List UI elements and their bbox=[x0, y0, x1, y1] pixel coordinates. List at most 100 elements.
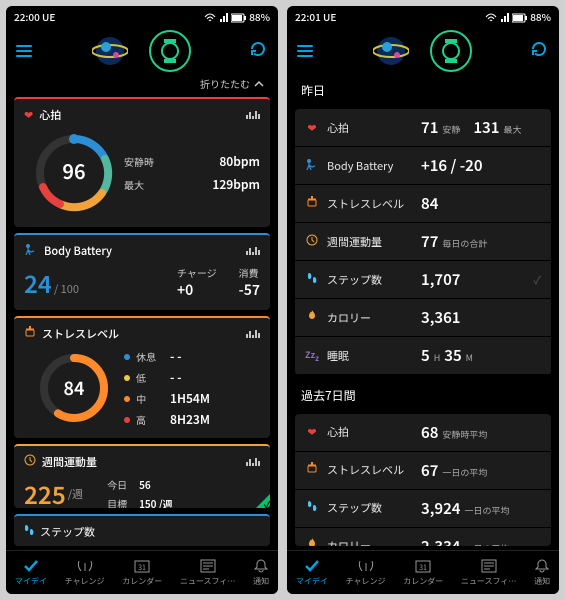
hr-max-label: 最大 bbox=[124, 177, 172, 192]
steps-icon bbox=[24, 524, 34, 540]
list-item[interactable]: ストレスレベル84 bbox=[295, 185, 551, 223]
nav-news[interactable]: ニュースフィ… bbox=[461, 558, 516, 587]
nav-challenge[interactable]: チャレンジ bbox=[346, 558, 386, 587]
planet-orb[interactable] bbox=[370, 30, 412, 72]
stress-icon bbox=[24, 326, 36, 342]
weekly-title: 週間運動量 bbox=[42, 454, 97, 470]
heart-icon: ❤ bbox=[24, 107, 33, 123]
list-item[interactable]: カロリー2,334一日の平均 bbox=[295, 528, 551, 546]
svg-text:31: 31 bbox=[138, 563, 146, 573]
planet-icon bbox=[92, 33, 128, 69]
svg-text:31: 31 bbox=[419, 563, 427, 573]
nav-calendar[interactable]: 31 カレンダー bbox=[403, 558, 443, 587]
status-carrier: UE bbox=[42, 9, 55, 24]
check-icon bbox=[252, 490, 270, 508]
nav-myday[interactable]: マイデイ bbox=[15, 558, 47, 587]
device-orb[interactable] bbox=[430, 30, 472, 72]
card-steps[interactable]: ステップ数 bbox=[14, 514, 270, 546]
planet-orb[interactable] bbox=[89, 30, 131, 72]
chart-icon bbox=[246, 455, 260, 470]
appbar bbox=[287, 26, 559, 76]
card-heart-rate[interactable]: ❤ 心拍 96 bbox=[14, 97, 270, 227]
list-item[interactable]: カロリー 3,361 bbox=[295, 299, 551, 337]
nav-label: ニュースフィ… bbox=[180, 576, 235, 587]
fold-label: 折りたたむ bbox=[200, 76, 250, 91]
nav-myday[interactable]: マイデイ bbox=[296, 558, 328, 587]
weekly-icon bbox=[24, 454, 36, 470]
nav-label: チャレンジ bbox=[65, 576, 105, 587]
list-item[interactable]: ストレスレベル67一日の平均 bbox=[295, 452, 551, 490]
heart-icon: ❤ bbox=[305, 424, 319, 440]
bb-value: 24 bbox=[24, 265, 52, 300]
list-item-label: 心拍 bbox=[327, 424, 413, 440]
fold-toggle[interactable]: 折りたたむ bbox=[14, 76, 270, 91]
card-weekly-intensity[interactable]: 週間運動量 225/週 今日56 目標150 /週 bbox=[14, 444, 270, 508]
weekly-unit: /週 bbox=[68, 486, 83, 502]
nav-label: マイデイ bbox=[15, 576, 47, 587]
phone-left: 22:00 UE 88% bbox=[6, 6, 278, 594]
hr-gauge: 96 bbox=[30, 129, 118, 217]
list-item[interactable]: Body Battery+16 / -20 bbox=[295, 147, 551, 185]
chevron-up-icon bbox=[254, 79, 264, 89]
stress-legend: 休息- - 低- - 中1H54M 高8H23M bbox=[124, 348, 260, 428]
wreath-icon bbox=[357, 558, 375, 574]
battery-icon bbox=[512, 13, 528, 23]
nav-news[interactable]: ニュースフィ… bbox=[180, 558, 235, 587]
nav-notif[interactable]: 通知 bbox=[253, 558, 269, 587]
list-item[interactable]: 週間運動量77毎日の合計 bbox=[295, 223, 551, 261]
stress-icon bbox=[305, 462, 319, 478]
battery-icon bbox=[231, 13, 247, 23]
stress-gauge: 84 bbox=[34, 348, 114, 428]
menu-button[interactable] bbox=[16, 45, 32, 57]
list-item-label: カロリー bbox=[327, 310, 413, 326]
list-item-value: 67一日の平均 bbox=[421, 460, 541, 481]
stress-row-value: - - bbox=[170, 369, 181, 386]
step-icon bbox=[305, 272, 319, 288]
section-7day-title: 過去7日間 bbox=[295, 381, 551, 408]
nav-notif[interactable]: 通知 bbox=[534, 558, 550, 587]
bb-denom: / 100 bbox=[54, 281, 79, 297]
body-battery-icon bbox=[24, 243, 38, 259]
chart-icon bbox=[246, 108, 260, 123]
status-time: 22:01 bbox=[295, 9, 321, 24]
signal-icon bbox=[219, 13, 229, 23]
list-item[interactable]: Zzz睡眠5H 35M bbox=[295, 337, 551, 375]
weekly-goal-label: 目標 bbox=[107, 496, 127, 509]
calendar-icon: 31 bbox=[415, 558, 431, 574]
stress-icon bbox=[305, 196, 319, 212]
list-item-value: 2,334一日の平均 bbox=[421, 536, 541, 546]
step-icon bbox=[305, 500, 319, 516]
nav-challenge[interactable]: チャレンジ bbox=[65, 558, 105, 587]
list-item[interactable]: ❤心拍68安静時平均 bbox=[295, 414, 551, 452]
menu-button[interactable] bbox=[297, 45, 313, 57]
refresh-button[interactable] bbox=[248, 39, 268, 64]
refresh-button[interactable] bbox=[529, 39, 549, 64]
statusbar: 22:00 UE 88% bbox=[6, 6, 278, 26]
list-item-label: 心拍 bbox=[327, 120, 413, 136]
list-item[interactable]: ステップ数1,707✓ bbox=[295, 261, 551, 299]
list-item-value: 71安静 131最大 bbox=[421, 117, 541, 138]
planet-icon bbox=[373, 33, 409, 69]
list-item[interactable]: ステップ数3,924一日の平均 bbox=[295, 490, 551, 528]
card-stress[interactable]: ストレスレベル 84 休息- - 低- - 中1H54M bbox=[14, 316, 270, 438]
bb-charge-label: チャージ bbox=[177, 265, 217, 280]
nav-calendar[interactable]: 31 カレンダー bbox=[122, 558, 162, 587]
bb-drain-value: -57 bbox=[239, 280, 260, 300]
cal-icon bbox=[305, 537, 319, 546]
weekly-icon bbox=[305, 234, 319, 250]
hr-rest-value: 80bpm bbox=[219, 153, 260, 170]
list-item-value: 3,361 bbox=[421, 307, 541, 328]
device-orb[interactable] bbox=[149, 30, 191, 72]
hr-rest-label: 安静時 bbox=[124, 154, 172, 169]
stress-row-value: 1H54M bbox=[170, 390, 210, 407]
list-item-label: 睡眠 bbox=[327, 348, 413, 364]
card-body-battery[interactable]: Body Battery 24 / 100 チャージ +0 bbox=[14, 233, 270, 310]
weekly-today-label: 今日 bbox=[107, 477, 127, 492]
weekly-goal-value: 150 /週 bbox=[139, 496, 173, 509]
list-item-label: ステップ数 bbox=[327, 500, 413, 516]
hr-max-value: 129bpm bbox=[212, 176, 260, 193]
refresh-icon bbox=[248, 39, 268, 59]
nav-label: 通知 bbox=[534, 576, 550, 587]
list-item[interactable]: ❤心拍71安静 131最大 bbox=[295, 109, 551, 147]
wreath-icon bbox=[76, 558, 94, 574]
